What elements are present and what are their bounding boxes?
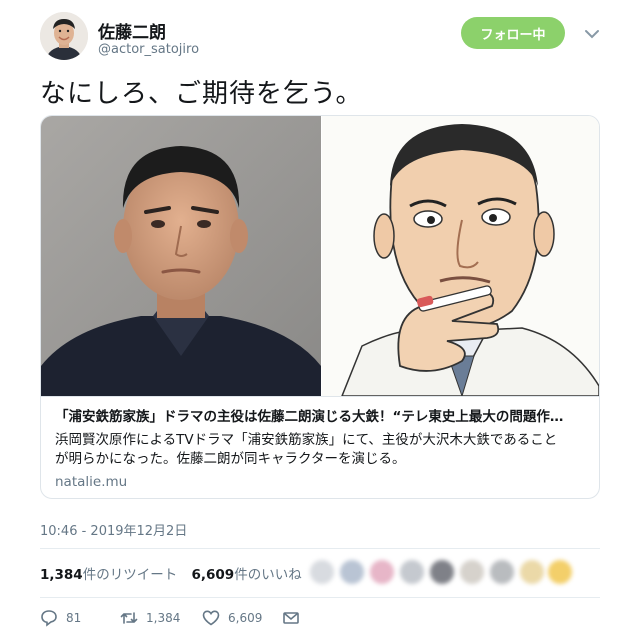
retweet-button[interactable]: 1,384	[120, 609, 180, 627]
avatar[interactable]	[548, 560, 572, 584]
link-card[interactable]: 「浦安鉄筋家族」ドラマの主役は佐藤二朗演じる大鉄！“テレ東史上最大の問題作… 浜…	[40, 115, 600, 499]
envelope-icon	[283, 612, 299, 624]
card-description-line: が明らかになった。佐藤二朗が同キャラクターを演じる。	[55, 451, 406, 467]
like-button[interactable]: 6,609	[202, 609, 262, 627]
card-photo	[41, 116, 321, 396]
tweet-timestamp[interactable]: 10:46 - 2019年12月2日	[40, 520, 187, 539]
tweet-text: なにしろ、ご期待を乞う。	[40, 79, 363, 109]
retweet-stat[interactable]: 1,384件のリツイート	[40, 563, 177, 583]
avatar[interactable]	[400, 560, 424, 584]
avatar[interactable]	[490, 560, 514, 584]
card-description-line: 浜岡賢次原作によるTVドラマ「浦安鉄筋家族」にて、主役が大沢木大鉄であること	[55, 432, 558, 448]
chevron-down-icon[interactable]	[584, 28, 600, 40]
like-count: 6,609	[228, 611, 263, 625]
card-title[interactable]: 「浦安鉄筋家族」ドラマの主役は佐藤二朗演じる大鉄！“テレ東史上最大の問題作…	[55, 405, 585, 425]
card-body[interactable]: 「浦安鉄筋家族」ドラマの主役は佐藤二朗演じる大鉄！“テレ東史上最大の問題作… 浜…	[41, 396, 599, 498]
like-stat-count: 6,609	[191, 567, 235, 583]
like-stat[interactable]: 6,609件のいいね	[192, 563, 302, 583]
retweet-stat-count: 1,384	[40, 567, 83, 583]
card-description: 浜岡賢次原作によるTVドラマ「浦安鉄筋家族」にて、主役が大沢木大鉄であること が…	[55, 431, 585, 469]
divider	[40, 597, 600, 598]
avatar[interactable]	[40, 12, 88, 60]
avatar[interactable]	[310, 560, 334, 584]
avatar[interactable]	[370, 560, 394, 584]
display-name[interactable]: 佐藤二朗	[98, 18, 166, 43]
following-button[interactable]: フォロー中	[461, 17, 565, 49]
reply-count: 81	[66, 611, 82, 625]
user-handle[interactable]: @actor_satojiro	[98, 42, 199, 57]
divider	[40, 548, 600, 549]
card-images[interactable]	[41, 116, 599, 396]
tweet-stats: 1,384件のリツイート 6,609件のいいね	[40, 563, 302, 583]
retweet-icon	[120, 612, 138, 624]
heart-icon	[202, 610, 220, 626]
tweet-header: 佐藤二朗 @actor_satojiro フォロー中	[40, 12, 602, 62]
avatar[interactable]	[460, 560, 484, 584]
card-domain[interactable]: natalie.mu	[55, 474, 127, 490]
avatar[interactable]	[520, 560, 544, 584]
direct-message-button[interactable]	[282, 609, 308, 627]
reply-icon	[41, 610, 57, 627]
reply-button[interactable]: 81	[40, 609, 81, 627]
avatar[interactable]	[430, 560, 454, 584]
retweet-stat-label: 件のリツイート	[82, 567, 178, 583]
retweet-count: 1,384	[146, 611, 181, 625]
avatar[interactable]	[340, 560, 364, 584]
card-illustration	[322, 116, 599, 396]
like-stat-label: 件のいいね	[234, 567, 302, 583]
liker-avatars[interactable]	[310, 560, 572, 588]
